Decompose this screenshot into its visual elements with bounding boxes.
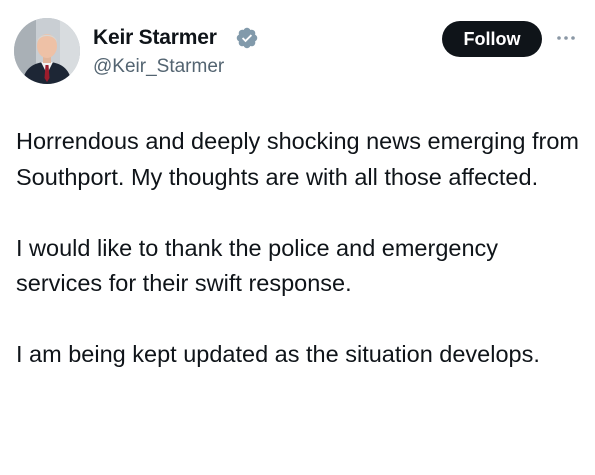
- author-display-name[interactable]: Keir Starmer: [93, 26, 217, 50]
- tweet-card: Keir Starmer @Keir_Starmer Follow Horren…: [0, 0, 595, 475]
- avatar-portrait-icon: [14, 18, 80, 84]
- more-horizontal-icon[interactable]: [556, 33, 576, 43]
- follow-button[interactable]: Follow: [442, 21, 542, 57]
- tweet-paragraph: I am being kept updated as the situation…: [16, 341, 540, 367]
- tweet-paragraph: Horrendous and deeply shocking news emer…: [16, 128, 580, 190]
- avatar[interactable]: [14, 18, 80, 84]
- author-handle[interactable]: @Keir_Starmer: [93, 56, 224, 78]
- tweet-paragraph: I would like to thank the police and eme…: [16, 234, 499, 297]
- tweet-text: Horrendous and deeply shocking news emer…: [16, 124, 588, 373]
- verified-badge-icon: [236, 27, 258, 49]
